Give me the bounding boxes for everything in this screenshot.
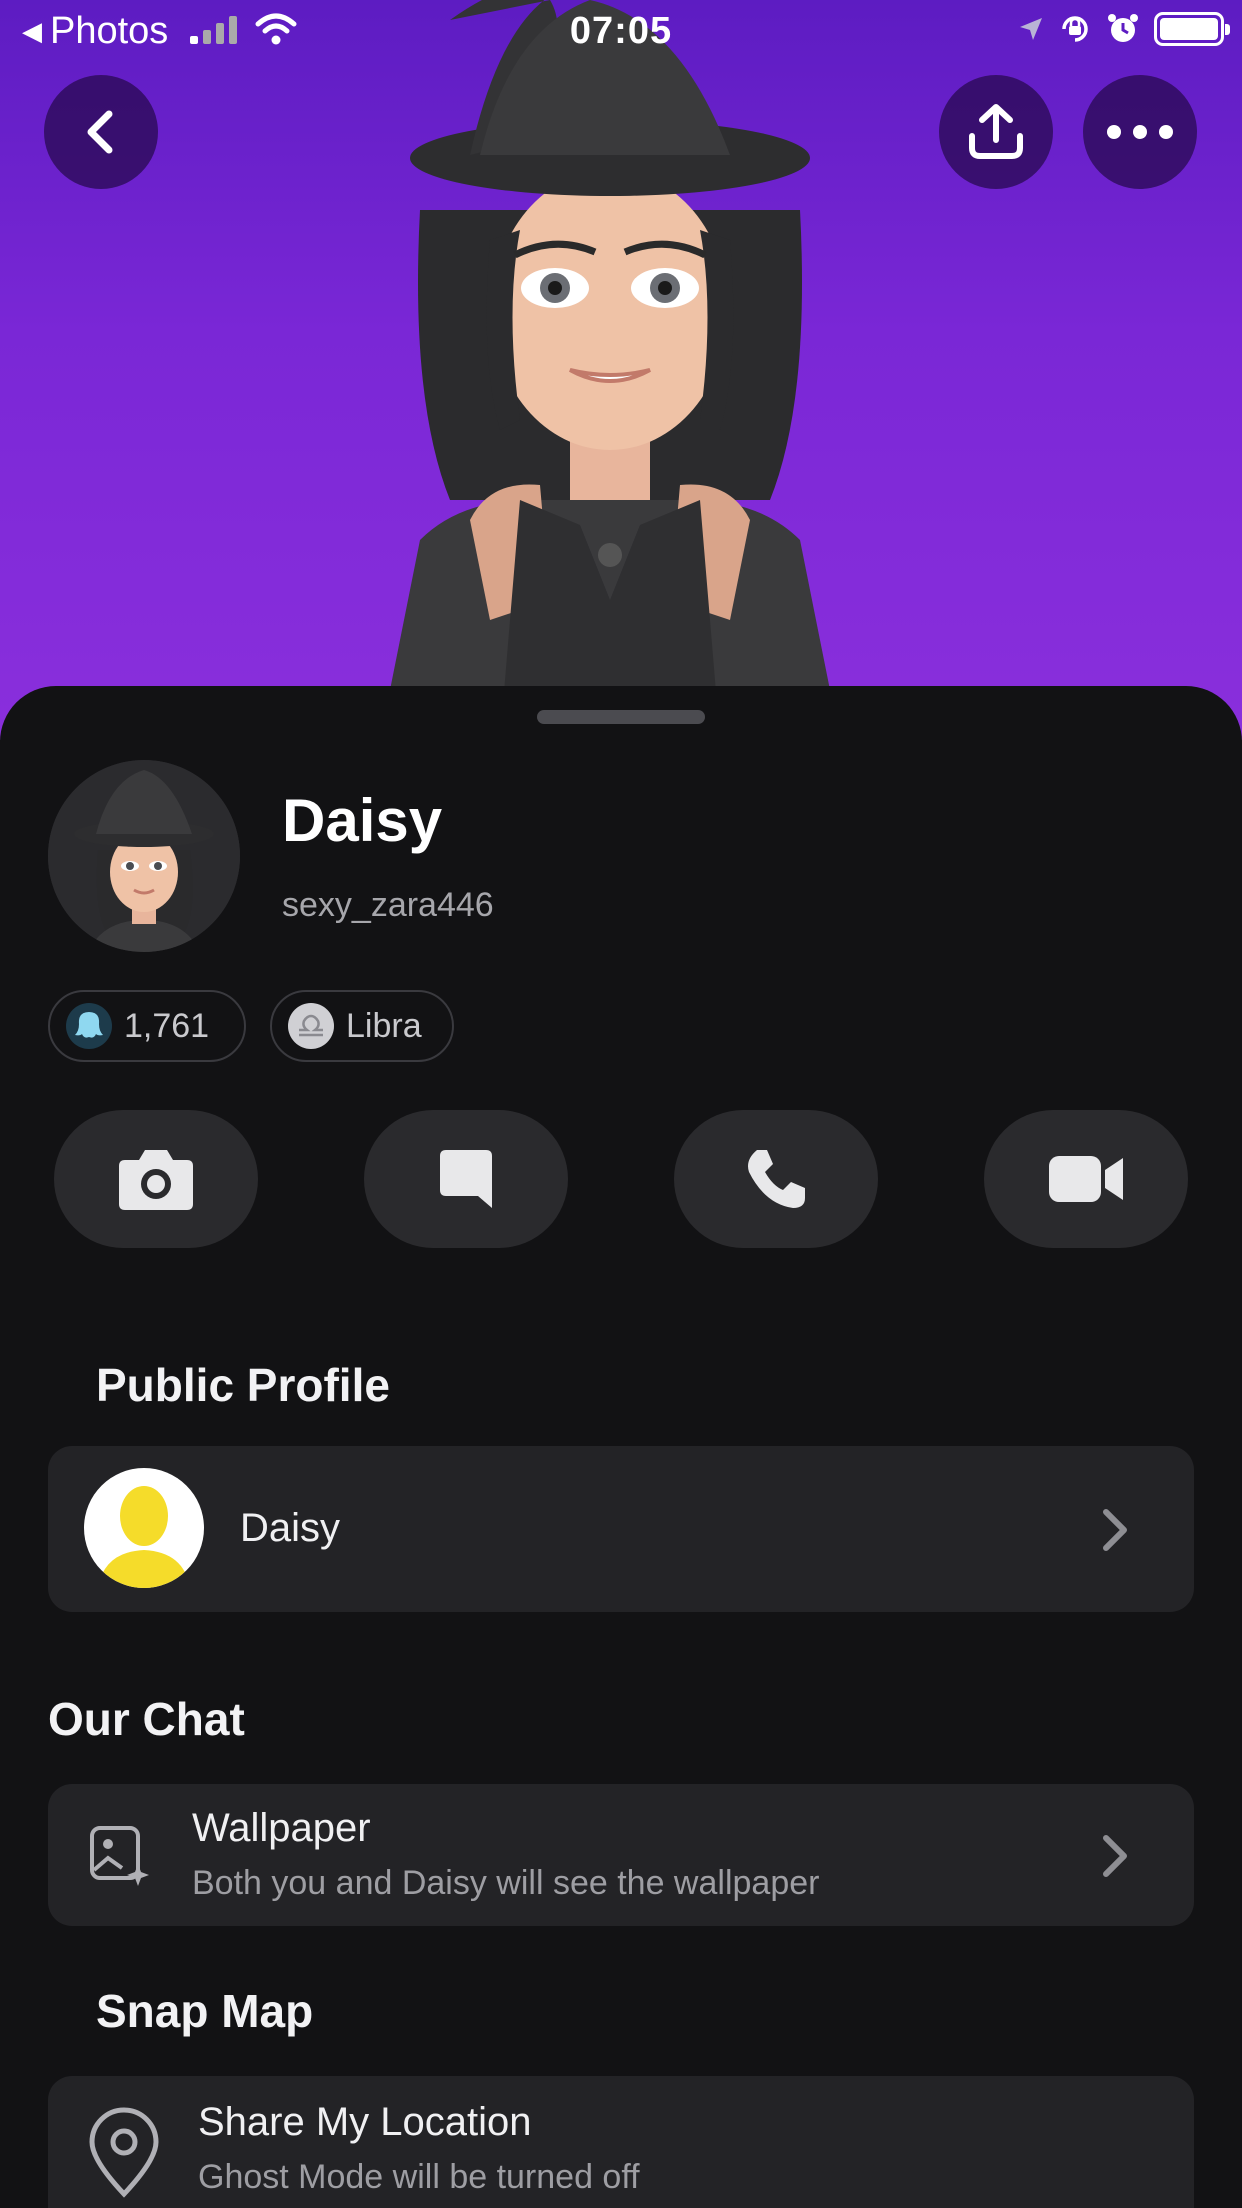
wallpaper-image-icon bbox=[90, 1826, 149, 1886]
call-button[interactable] bbox=[674, 1110, 878, 1248]
public-profile-heading: Public Profile bbox=[96, 1359, 390, 1411]
video-call-button[interactable] bbox=[984, 1110, 1188, 1248]
username[interactable]: sexy_zara446 bbox=[282, 886, 494, 925]
public-profile-row[interactable]: Daisy bbox=[48, 1446, 1194, 1612]
ghost-icon bbox=[66, 1003, 112, 1049]
snap-map-heading: Snap Map bbox=[96, 1985, 314, 2037]
sheet-grabber[interactable] bbox=[537, 710, 705, 724]
chat-bubble-icon bbox=[440, 1150, 492, 1208]
location-pin-icon bbox=[89, 2107, 159, 2198]
chat-button[interactable] bbox=[364, 1110, 568, 1248]
status-bar: ◀ Photos 07:05 bbox=[0, 0, 1242, 62]
profile-hero-banner: ◀ Photos 07:05 bbox=[0, 0, 1242, 740]
chevron-right-icon bbox=[1103, 1509, 1127, 1551]
phone-icon bbox=[748, 1150, 805, 1208]
more-dots-icon bbox=[1107, 125, 1173, 139]
bitmoji-avatar-small bbox=[48, 760, 240, 952]
more-options-button[interactable] bbox=[1083, 75, 1197, 189]
our-chat-heading: Our Chat bbox=[48, 1693, 245, 1745]
zodiac-label: Libra bbox=[346, 1006, 422, 1045]
upload-share-icon bbox=[969, 104, 1023, 159]
share-location-row[interactable]: Share My Location Ghost Mode will be tur… bbox=[48, 2076, 1194, 2208]
zodiac-badge[interactable]: Libra bbox=[270, 990, 454, 1062]
bitmoji-avatar-large bbox=[380, 0, 840, 740]
profile-sheet: Daisy sexy_zara446 1,761 Libra Public Pr… bbox=[0, 686, 1242, 2208]
chevron-right-icon bbox=[1103, 1835, 1127, 1877]
display-name: Daisy bbox=[282, 787, 443, 854]
rotation-lock-icon bbox=[1062, 16, 1088, 42]
chevron-left-icon bbox=[87, 110, 113, 154]
libra-icon bbox=[288, 1003, 334, 1049]
share-button[interactable] bbox=[939, 75, 1053, 189]
video-camera-icon bbox=[1049, 1156, 1123, 1202]
camera-button[interactable] bbox=[54, 1110, 258, 1248]
snapscore-value: 1,761 bbox=[124, 1006, 210, 1045]
public-profile-avatar bbox=[84, 1468, 204, 1588]
default-silhouette-icon bbox=[98, 1486, 190, 1588]
wallpaper-row[interactable]: Wallpaper Both you and Daisy will see th… bbox=[48, 1784, 1194, 1926]
battery-icon bbox=[1154, 12, 1230, 46]
camera-icon bbox=[119, 1150, 193, 1210]
wallpaper-subtitle: Both you and Daisy will see the wallpape… bbox=[192, 1864, 820, 1902]
snapscore-badge[interactable]: 1,761 bbox=[48, 990, 246, 1062]
public-profile-name: Daisy bbox=[240, 1506, 341, 1550]
share-location-title: Share My Location bbox=[198, 2100, 532, 2144]
share-location-subtitle: Ghost Mode will be turned off bbox=[198, 2158, 640, 2196]
wallpaper-title: Wallpaper bbox=[192, 1806, 371, 1850]
back-button[interactable] bbox=[44, 75, 158, 189]
alarm-icon bbox=[1108, 14, 1138, 42]
location-arrow-icon bbox=[1020, 18, 1042, 40]
avatar[interactable] bbox=[48, 760, 240, 952]
